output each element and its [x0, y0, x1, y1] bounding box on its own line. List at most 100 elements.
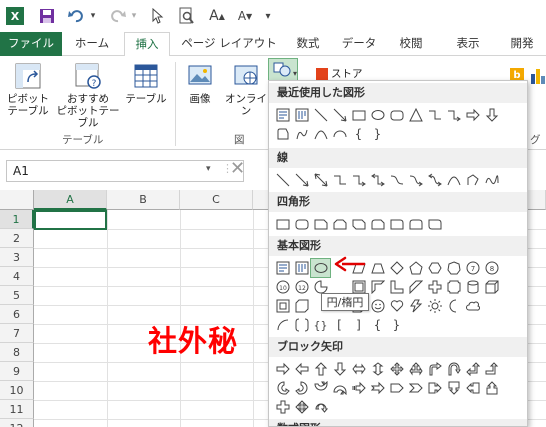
down-arrow-icon[interactable]: [482, 106, 501, 124]
oval-icon[interactable]: [368, 106, 387, 124]
down-arrow-callout-icon[interactable]: [444, 379, 463, 397]
save-icon[interactable]: [36, 5, 58, 27]
line-arrow-icon[interactable]: [292, 171, 311, 189]
decagon-icon[interactable]: 8: [482, 259, 501, 277]
shapes-button[interactable]: ▾: [268, 58, 298, 82]
elbow-arrow-connector-icon[interactable]: [349, 171, 368, 189]
heptagon-icon[interactable]: [444, 259, 463, 277]
notched-right-arrow-icon[interactable]: [368, 379, 387, 397]
row-header[interactable]: 5: [0, 286, 34, 305]
snip-round-rectangle-icon[interactable]: [368, 215, 387, 233]
snip-same-side-rectangle-icon[interactable]: [330, 215, 349, 233]
moon-icon[interactable]: [444, 297, 463, 315]
chart-icon[interactable]: [530, 64, 546, 86]
down-arrow-icon[interactable]: [330, 360, 349, 378]
undo-dropdown-icon[interactable]: ▾: [88, 5, 98, 27]
curved-left-arrow-icon[interactable]: [292, 379, 311, 397]
vertical-text-box-icon[interactable]: [292, 106, 311, 124]
left-arrow-callout-icon[interactable]: [463, 379, 482, 397]
right-brace-icon[interactable]: }: [387, 316, 406, 334]
hexagon-icon[interactable]: [425, 259, 444, 277]
right-brace-icon[interactable]: }: [368, 125, 387, 143]
flowchart-icon[interactable]: [273, 125, 292, 143]
tab-home[interactable]: ホーム: [66, 32, 118, 56]
donut-icon[interactable]: [292, 297, 311, 315]
cube-icon[interactable]: [482, 278, 501, 296]
bent-up-arrow-icon[interactable]: [482, 360, 501, 378]
text-box-icon[interactable]: [273, 259, 292, 277]
scribble-icon[interactable]: [482, 171, 501, 189]
sun-icon[interactable]: [425, 297, 444, 315]
cross-icon[interactable]: [425, 278, 444, 296]
left-right-arrow-callout-icon[interactable]: [273, 398, 292, 416]
redo-dropdown-icon[interactable]: ▾: [129, 5, 139, 27]
curve-icon[interactable]: [311, 125, 330, 143]
curved-up-arrow-icon[interactable]: [311, 379, 330, 397]
row-header[interactable]: 3: [0, 248, 34, 267]
font-size-increase-button[interactable]: A ▲: [206, 5, 228, 27]
right-arrow-icon[interactable]: [273, 360, 292, 378]
row-header[interactable]: 9: [0, 362, 34, 381]
curve-icon[interactable]: [444, 171, 463, 189]
tab-file[interactable]: ファイル: [0, 32, 62, 56]
print-preview-icon[interactable]: [176, 5, 198, 27]
picture-button[interactable]: 画像: [180, 62, 220, 105]
left-brace-icon[interactable]: {: [349, 125, 368, 143]
excel-icon[interactable]: X: [4, 5, 26, 27]
recommended-pivot-button[interactable]: ? おすすめ ピボットテーブル: [56, 62, 120, 129]
pentagon-arrow-icon[interactable]: [387, 379, 406, 397]
pivot-table-button[interactable]: ピボット テーブル: [4, 62, 52, 117]
name-box-dropdown-icon[interactable]: ▾: [206, 164, 211, 174]
rectangle-icon[interactable]: [273, 215, 292, 233]
quad-arrow-callout-icon[interactable]: [292, 398, 311, 416]
l-shape-icon[interactable]: [387, 278, 406, 296]
oval-icon[interactable]: [310, 258, 331, 278]
elbow-arrow-connector-icon[interactable]: [444, 106, 463, 124]
chevron-arrow-icon[interactable]: [406, 379, 425, 397]
bevel-icon[interactable]: [273, 297, 292, 315]
row-header[interactable]: 2: [0, 229, 34, 248]
trapezoid-icon[interactable]: [368, 259, 387, 277]
cloud-icon[interactable]: [463, 297, 482, 315]
lightning-bolt-icon[interactable]: [406, 297, 425, 315]
cancel-icon[interactable]: ✕: [230, 158, 245, 179]
bent-arrow-icon[interactable]: [425, 360, 444, 378]
heart-icon[interactable]: [387, 297, 406, 315]
column-header-c[interactable]: C: [180, 190, 253, 210]
plaque-icon[interactable]: [444, 278, 463, 296]
up-arrow-callout-icon[interactable]: [482, 379, 501, 397]
undo-icon[interactable]: [66, 5, 86, 27]
double-bracket-icon[interactable]: [292, 316, 311, 334]
diamond-icon[interactable]: [387, 259, 406, 277]
row-header[interactable]: 6: [0, 305, 34, 324]
curved-right-arrow-icon[interactable]: [273, 379, 292, 397]
smiley-face-icon[interactable]: [368, 297, 387, 315]
circular-arrow-icon[interactable]: [311, 398, 330, 416]
elbow-double-arrow-icon[interactable]: [368, 171, 387, 189]
pentagon-icon[interactable]: [406, 259, 425, 277]
up-arrow-icon[interactable]: [311, 360, 330, 378]
right-arrow-callout-icon[interactable]: [425, 379, 444, 397]
left-up-arrow-icon[interactable]: [463, 360, 482, 378]
diagonal-stripe-icon[interactable]: [406, 278, 425, 296]
tab-developer[interactable]: 開発: [502, 32, 542, 56]
triangle-icon[interactable]: [406, 106, 425, 124]
freeform-icon[interactable]: [292, 125, 311, 143]
row-header[interactable]: 11: [0, 400, 34, 419]
vertical-text-box-icon[interactable]: [292, 259, 311, 277]
curved-connector-icon[interactable]: [387, 171, 406, 189]
left-right-up-arrow-icon[interactable]: [406, 360, 425, 378]
customize-qat-icon[interactable]: ▾: [262, 5, 274, 27]
row-header[interactable]: 7: [0, 324, 34, 343]
tab-data[interactable]: データ: [336, 32, 382, 56]
redo-icon[interactable]: [108, 5, 128, 27]
left-right-arrow-icon[interactable]: [349, 360, 368, 378]
table-button[interactable]: テーブル: [124, 62, 168, 105]
snip-diagonal-rectangle-icon[interactable]: [349, 215, 368, 233]
curved-down-arrow-icon[interactable]: [330, 379, 349, 397]
snip-corner-rectangle-icon[interactable]: [311, 215, 330, 233]
tab-page-layout[interactable]: ページ レイアウト: [178, 32, 280, 56]
right-bracket-icon[interactable]: ]: [349, 316, 368, 334]
rounded-rectangle-icon[interactable]: [292, 215, 311, 233]
striped-right-arrow-icon[interactable]: [349, 379, 368, 397]
